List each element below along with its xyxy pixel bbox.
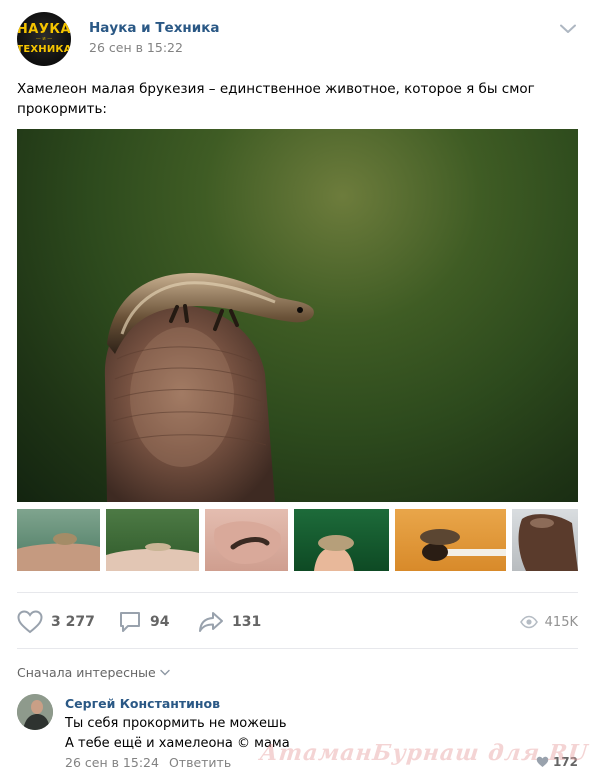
group-name-link[interactable]: Наука и Техника bbox=[89, 20, 219, 36]
thumbnail-image bbox=[314, 535, 354, 571]
avatar-text-line2: ТЕХНИКА bbox=[17, 44, 71, 55]
chevron-down-icon bbox=[160, 669, 170, 676]
post-date[interactable]: 26 сен в 15:22 bbox=[89, 40, 183, 55]
avatar[interactable] bbox=[17, 694, 53, 730]
like-button[interactable]: 3 277 bbox=[17, 604, 95, 640]
comment-bubble-icon bbox=[120, 612, 140, 632]
thumbnail-image bbox=[518, 514, 578, 571]
post-header: НАУКА — и — ТЕХНИКА Наука и Техника 26 с… bbox=[17, 12, 582, 68]
share-button[interactable]: 131 bbox=[198, 604, 261, 640]
thumbnail-6[interactable] bbox=[512, 509, 578, 571]
comment-text-line1: Ты себя прокормить не можешь bbox=[65, 716, 287, 731]
share-arrow-icon bbox=[199, 612, 223, 632]
post-text: Хамелеон малая брукезия – единственное ж… bbox=[17, 81, 535, 117]
thumbnail-image bbox=[214, 521, 281, 564]
thumbnail-4[interactable] bbox=[294, 509, 389, 571]
comment-button[interactable]: 94 bbox=[118, 604, 169, 640]
avatar-divider: — и — bbox=[35, 36, 53, 42]
chevron-down-icon[interactable] bbox=[560, 24, 576, 34]
views-counter: 415K bbox=[519, 604, 578, 640]
views-count: 415K bbox=[544, 614, 578, 630]
comment-author[interactable]: Сергей Константинов bbox=[65, 696, 220, 711]
eye-icon bbox=[519, 615, 538, 629]
comments-count: 94 bbox=[150, 614, 170, 630]
shares-count: 131 bbox=[232, 614, 262, 630]
thumbnail-5[interactable] bbox=[395, 509, 506, 571]
avatar-image bbox=[17, 694, 53, 730]
post-divider bbox=[17, 592, 578, 593]
main-photo[interactable] bbox=[17, 129, 578, 502]
reply-button[interactable]: Ответить bbox=[169, 755, 231, 770]
post-actions: 3 277 94 131 415K bbox=[17, 604, 578, 640]
group-avatar[interactable]: НАУКА — и — ТЕХНИКА bbox=[17, 12, 71, 66]
chameleon-on-finger-image bbox=[104, 273, 314, 502]
avatar-text-line1: НАУКА bbox=[17, 22, 71, 37]
comments-divider bbox=[17, 648, 578, 649]
thumbnail-image bbox=[17, 533, 100, 571]
thumbnail-1[interactable] bbox=[17, 509, 100, 571]
sort-label: Сначала интересные bbox=[17, 665, 156, 680]
watermark: АтаманБурнаш для RU bbox=[258, 740, 590, 766]
heart-icon bbox=[17, 610, 43, 634]
thumbnail-image bbox=[420, 529, 506, 561]
likes-count: 3 277 bbox=[51, 614, 95, 630]
thumbnail-3[interactable] bbox=[205, 509, 288, 571]
comment-date[interactable]: 26 сен в 15:24 bbox=[65, 755, 159, 770]
comment-text-line2: А тебе ещё и хамелеона © мама bbox=[65, 736, 290, 751]
comment-meta: 26 сен в 15:24 Ответить bbox=[65, 755, 231, 770]
thumbnail-image bbox=[106, 543, 199, 571]
thumbnail-2[interactable] bbox=[106, 509, 199, 571]
comments-sort-dropdown[interactable]: Сначала интересные bbox=[17, 665, 170, 680]
